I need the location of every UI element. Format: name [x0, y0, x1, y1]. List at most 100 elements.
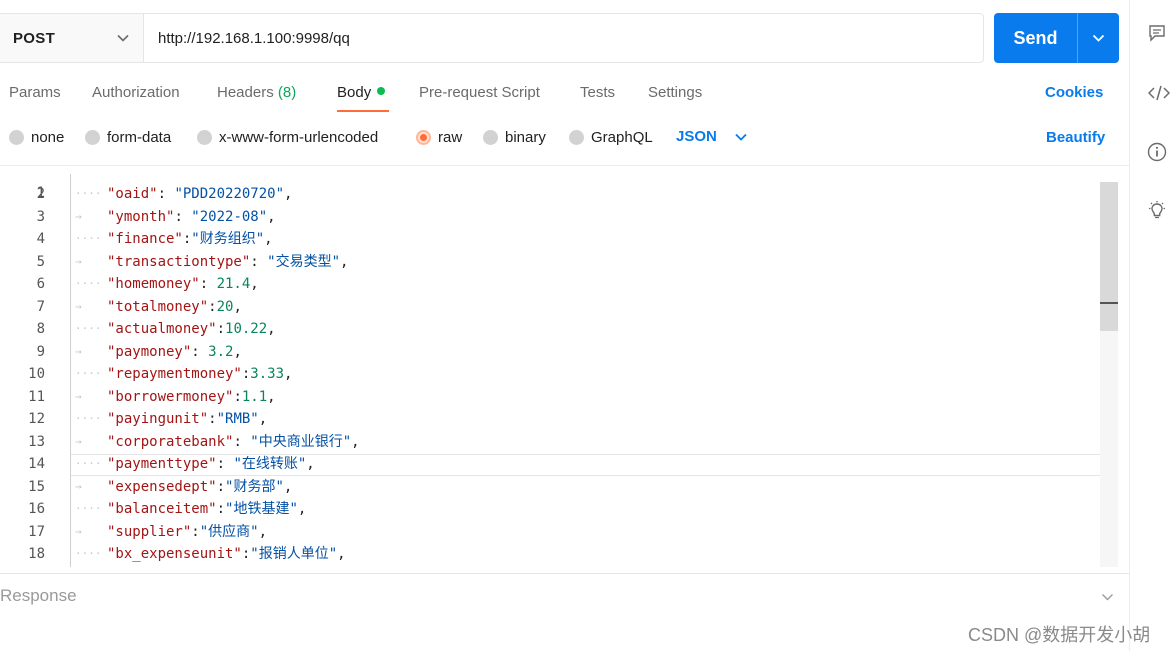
json-separator: : — [233, 433, 251, 450]
chevron-down-icon — [1092, 29, 1105, 47]
radio-graphql-label: GraphQL — [591, 129, 653, 146]
code-editor[interactable]: 1 2 ···· "oaid": "PDD20220720", 3 → "ymonth":… — [0, 165, 1129, 567]
json-value: 10.22 — [225, 321, 268, 337]
code-line: 2 ···· "oaid": "PDD20220720", — [0, 183, 1118, 205]
format-select[interactable]: JSON — [676, 128, 747, 145]
json-separator: : — [191, 343, 209, 360]
json-comma: , — [233, 298, 242, 315]
line-number: 14 — [28, 456, 45, 472]
tab-settings[interactable]: Settings — [648, 84, 702, 101]
json-comma: , — [284, 186, 293, 202]
radio-form-data[interactable]: form-data — [85, 129, 171, 146]
code-line: 10 ···· "repaymentmoney":3.33, — [0, 363, 1118, 385]
json-entry: "balanceitem":"地铁基建", — [107, 498, 306, 520]
indent-guide: → — [75, 344, 82, 358]
watermark: CSDN @数据开发小胡 — [968, 625, 1151, 645]
line-number: 15 — [28, 478, 45, 495]
code-icon[interactable] — [1148, 82, 1170, 104]
json-entry: "ymonth": "2022-08", — [107, 206, 276, 228]
radio-circle — [9, 130, 24, 145]
json-entry: "payingunit":"RMB", — [107, 408, 267, 430]
line-number: 3 — [36, 208, 45, 225]
tab-params[interactable]: Params — [9, 84, 61, 101]
method-select[interactable]: POST — [0, 14, 144, 62]
chevron-down-icon — [735, 128, 747, 145]
tab-body[interactable]: Body — [337, 84, 386, 101]
tab-headers-label: Headers — [217, 84, 274, 101]
tab-authorization[interactable]: Authorization — [92, 84, 180, 101]
line-number: 13 — [28, 433, 45, 450]
response-panel[interactable]: Response — [0, 573, 1129, 617]
info-icon[interactable] — [1146, 141, 1168, 163]
indent-guide: → — [75, 254, 82, 268]
line-number: 6 — [36, 276, 45, 292]
tab-pre-request-script[interactable]: Pre-request Script — [419, 84, 540, 101]
json-comma: , — [340, 253, 349, 270]
send-button[interactable]: Send — [994, 13, 1078, 63]
comment-icon[interactable] — [1146, 22, 1168, 44]
body-type-options: none form-data x-www-form-urlencoded raw… — [0, 126, 1129, 152]
send-options-button[interactable] — [1078, 13, 1119, 63]
indent-guide: ···· — [75, 187, 102, 200]
indent-guide: → — [75, 434, 82, 448]
json-key: "paymoney" — [107, 343, 192, 360]
indent-guide: ···· — [75, 502, 102, 515]
radio-binary[interactable]: binary — [483, 129, 546, 146]
line-number: 5 — [36, 253, 45, 270]
json-comma: , — [258, 411, 268, 427]
json-key: "totalmoney" — [107, 298, 209, 315]
json-value: "地铁基建" — [225, 501, 298, 517]
radio-form-data-label: form-data — [107, 129, 172, 146]
json-value: "供应商" — [199, 523, 259, 540]
editor-scrollbar[interactable] — [1100, 182, 1118, 567]
radio-circle — [569, 130, 584, 145]
chevron-down-icon[interactable] — [1101, 588, 1114, 606]
json-value: "交易类型" — [267, 253, 341, 270]
tab-tests[interactable]: Tests — [580, 84, 615, 101]
indent-guide: → — [75, 209, 82, 223]
tab-headers[interactable]: Headers (8) — [217, 84, 296, 101]
code-line: 18 ···· "bx_expenseunit":"报销人单位", — [0, 543, 1118, 565]
json-entry: "repaymentmoney":3.33, — [107, 363, 292, 385]
tab-body-label: Body — [337, 84, 372, 101]
indent-guide: ···· — [75, 457, 102, 470]
scrollbar-thumb[interactable] — [1100, 182, 1118, 331]
cookies-link[interactable]: Cookies — [1045, 84, 1103, 101]
json-key: "actualmoney" — [107, 321, 217, 337]
lightbulb-icon[interactable] — [1146, 200, 1168, 222]
line-number: 7 — [36, 298, 45, 315]
radio-none[interactable]: none — [9, 129, 64, 146]
indent-guide: → — [75, 389, 82, 403]
radio-circle — [483, 130, 498, 145]
request-tabs: Params Authorization Headers (8) Body Pr… — [0, 80, 1129, 114]
code-line: 4 ···· "finance":"财务组织", — [0, 228, 1118, 250]
json-comma: , — [233, 343, 242, 360]
json-comma: , — [306, 456, 315, 472]
json-value: "财务组织" — [191, 231, 265, 247]
radio-circle — [85, 130, 100, 145]
request-bar: POST http://192.168.1.100:9998/qq — [0, 13, 984, 63]
body-status-dot — [377, 87, 386, 95]
radio-raw[interactable]: raw — [416, 129, 462, 146]
json-key: "homemoney" — [107, 276, 200, 292]
scrollbar-cursor-marker — [1100, 302, 1118, 304]
url-input[interactable]: http://192.168.1.100:9998/qq — [144, 14, 983, 62]
json-entry: "totalmoney":20, — [107, 296, 242, 318]
radio-graphql[interactable]: GraphQL — [569, 129, 653, 146]
right-sidebar — [1129, 0, 1174, 651]
beautify-button[interactable]: Beautify — [1046, 129, 1105, 146]
json-key: "repaymentmoney" — [107, 366, 242, 382]
json-separator: : — [208, 298, 217, 315]
json-key: "payingunit" — [107, 411, 209, 427]
indent-guide: → — [75, 524, 82, 538]
indent-guide: → — [75, 479, 82, 493]
code-line: 14 ···· "paymenttype": "在线转账", — [0, 453, 1118, 475]
line-number: 18 — [28, 546, 45, 562]
radio-urlencoded[interactable]: x-www-form-urlencoded — [197, 129, 378, 146]
json-comma: , — [264, 231, 273, 247]
json-entry: "paymenttype": "在线转账", — [107, 453, 315, 475]
json-value: 21.4 — [216, 276, 251, 292]
json-entry: "bx_expenseunit":"报销人单位", — [107, 543, 346, 565]
headers-count-badge: (8) — [277, 84, 297, 101]
line-number: 10 — [28, 366, 45, 382]
